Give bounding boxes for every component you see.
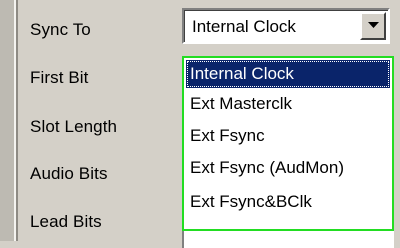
option-ext-fsync-audmon[interactable]: Ext Fsync (AudMon) [186,154,390,182]
first-bit-label: First Bit [30,68,89,87]
audio-bits-label: Audio Bits [30,164,108,183]
option-ext-masterclk[interactable]: Ext Masterclk [186,90,390,118]
option-internal-clock[interactable]: Internal Clock [186,60,390,88]
slot-length-label: Slot Length [30,117,118,136]
sync-to-value: Internal Clock [192,17,296,36]
option-ext-fsync-bclk[interactable]: Ext Fsync&BClk [186,188,390,216]
option-ext-fsync[interactable]: Ext Fsync [186,122,390,150]
sync-to-dropdown-list: Internal Clock Ext Masterclk Ext Fsync E… [182,56,394,231]
lead-bits-label: Lead Bits [30,212,102,231]
dropdown-button[interactable] [360,12,386,40]
panel-left-border [0,0,18,241]
sync-to-label: Sync To [30,20,91,39]
sync-to-combobox[interactable]: Internal Clock [182,8,390,44]
chevron-down-icon [368,22,379,28]
